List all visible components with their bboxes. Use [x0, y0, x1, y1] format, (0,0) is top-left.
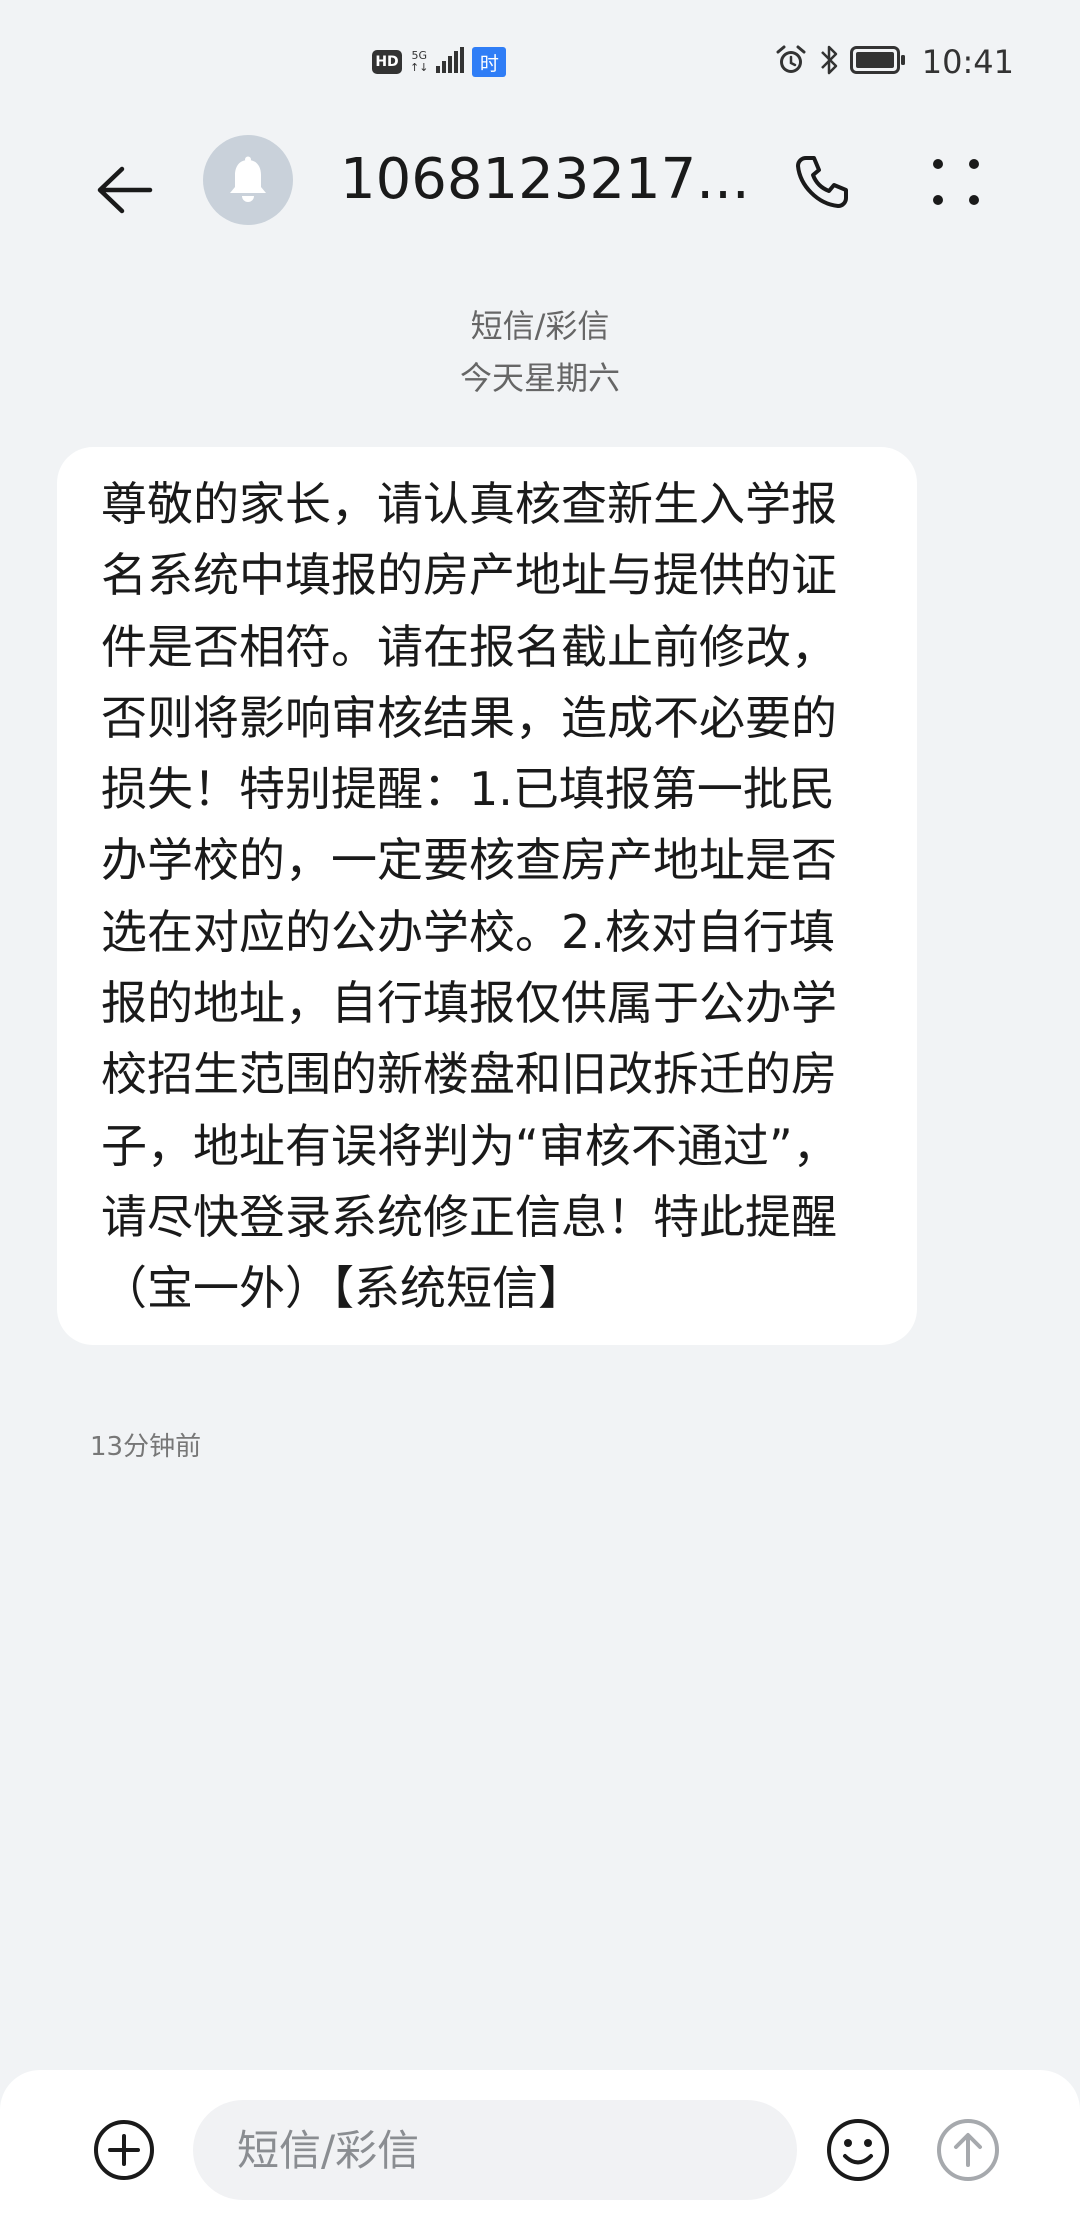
plus-circle-icon: [94, 2120, 154, 2180]
battery-icon: [849, 46, 906, 78]
emoji-button[interactable]: [820, 2112, 896, 2188]
network-type: 5G ↑↓: [410, 50, 428, 74]
bluetooth-icon: [818, 43, 840, 81]
add-attachment-button[interactable]: [88, 2114, 160, 2186]
contact-name[interactable]: 1068123217...: [340, 140, 750, 220]
conversation-separator: 短信/彩信 今天星期六: [0, 300, 1080, 404]
message-bubble[interactable]: 尊敬的家长，请认真核查新生入学报名系统中填报的房产地址与提供的证件是否相符。请在…: [57, 447, 917, 1345]
call-button[interactable]: [782, 142, 862, 222]
more-options-button[interactable]: [916, 142, 996, 222]
alarm-icon: [774, 43, 808, 81]
contact-avatar[interactable]: [203, 135, 293, 225]
status-right: 10:41: [774, 40, 1014, 84]
status-indicators: HD 5G ↑↓ 时: [372, 44, 507, 80]
smiley-icon: [827, 2119, 889, 2181]
status-bar: HD 5G ↑↓ 时 10:41: [0, 0, 1080, 120]
more-vertical-icon: [933, 159, 979, 205]
message-text: 尊敬的家长，请认真核查新生入学报名系统中填报的房产地址与提供的证件是否相符。请在…: [101, 477, 839, 1316]
time-badge: 时: [472, 47, 507, 77]
bell-icon: [230, 156, 266, 202]
signal-icon: [436, 47, 465, 77]
message-timestamp: 13分钟前: [90, 1432, 202, 1462]
back-button[interactable]: [80, 146, 168, 234]
arrow-up-circle-icon: [937, 2119, 999, 2181]
compose-bar: [0, 2070, 1080, 2228]
arrow-left-icon: [97, 166, 153, 214]
conversation-header: 1068123217...: [0, 120, 1080, 240]
phone-icon: [796, 156, 848, 208]
network-arrows: ↑↓: [410, 61, 429, 74]
date-label: 今天星期六: [459, 359, 620, 397]
hd-badge: HD: [372, 50, 402, 74]
message-input[interactable]: [193, 2100, 797, 2200]
message-type-label: 短信/彩信: [470, 307, 610, 345]
status-time: 10:41: [921, 43, 1014, 81]
send-button[interactable]: [930, 2112, 1006, 2188]
